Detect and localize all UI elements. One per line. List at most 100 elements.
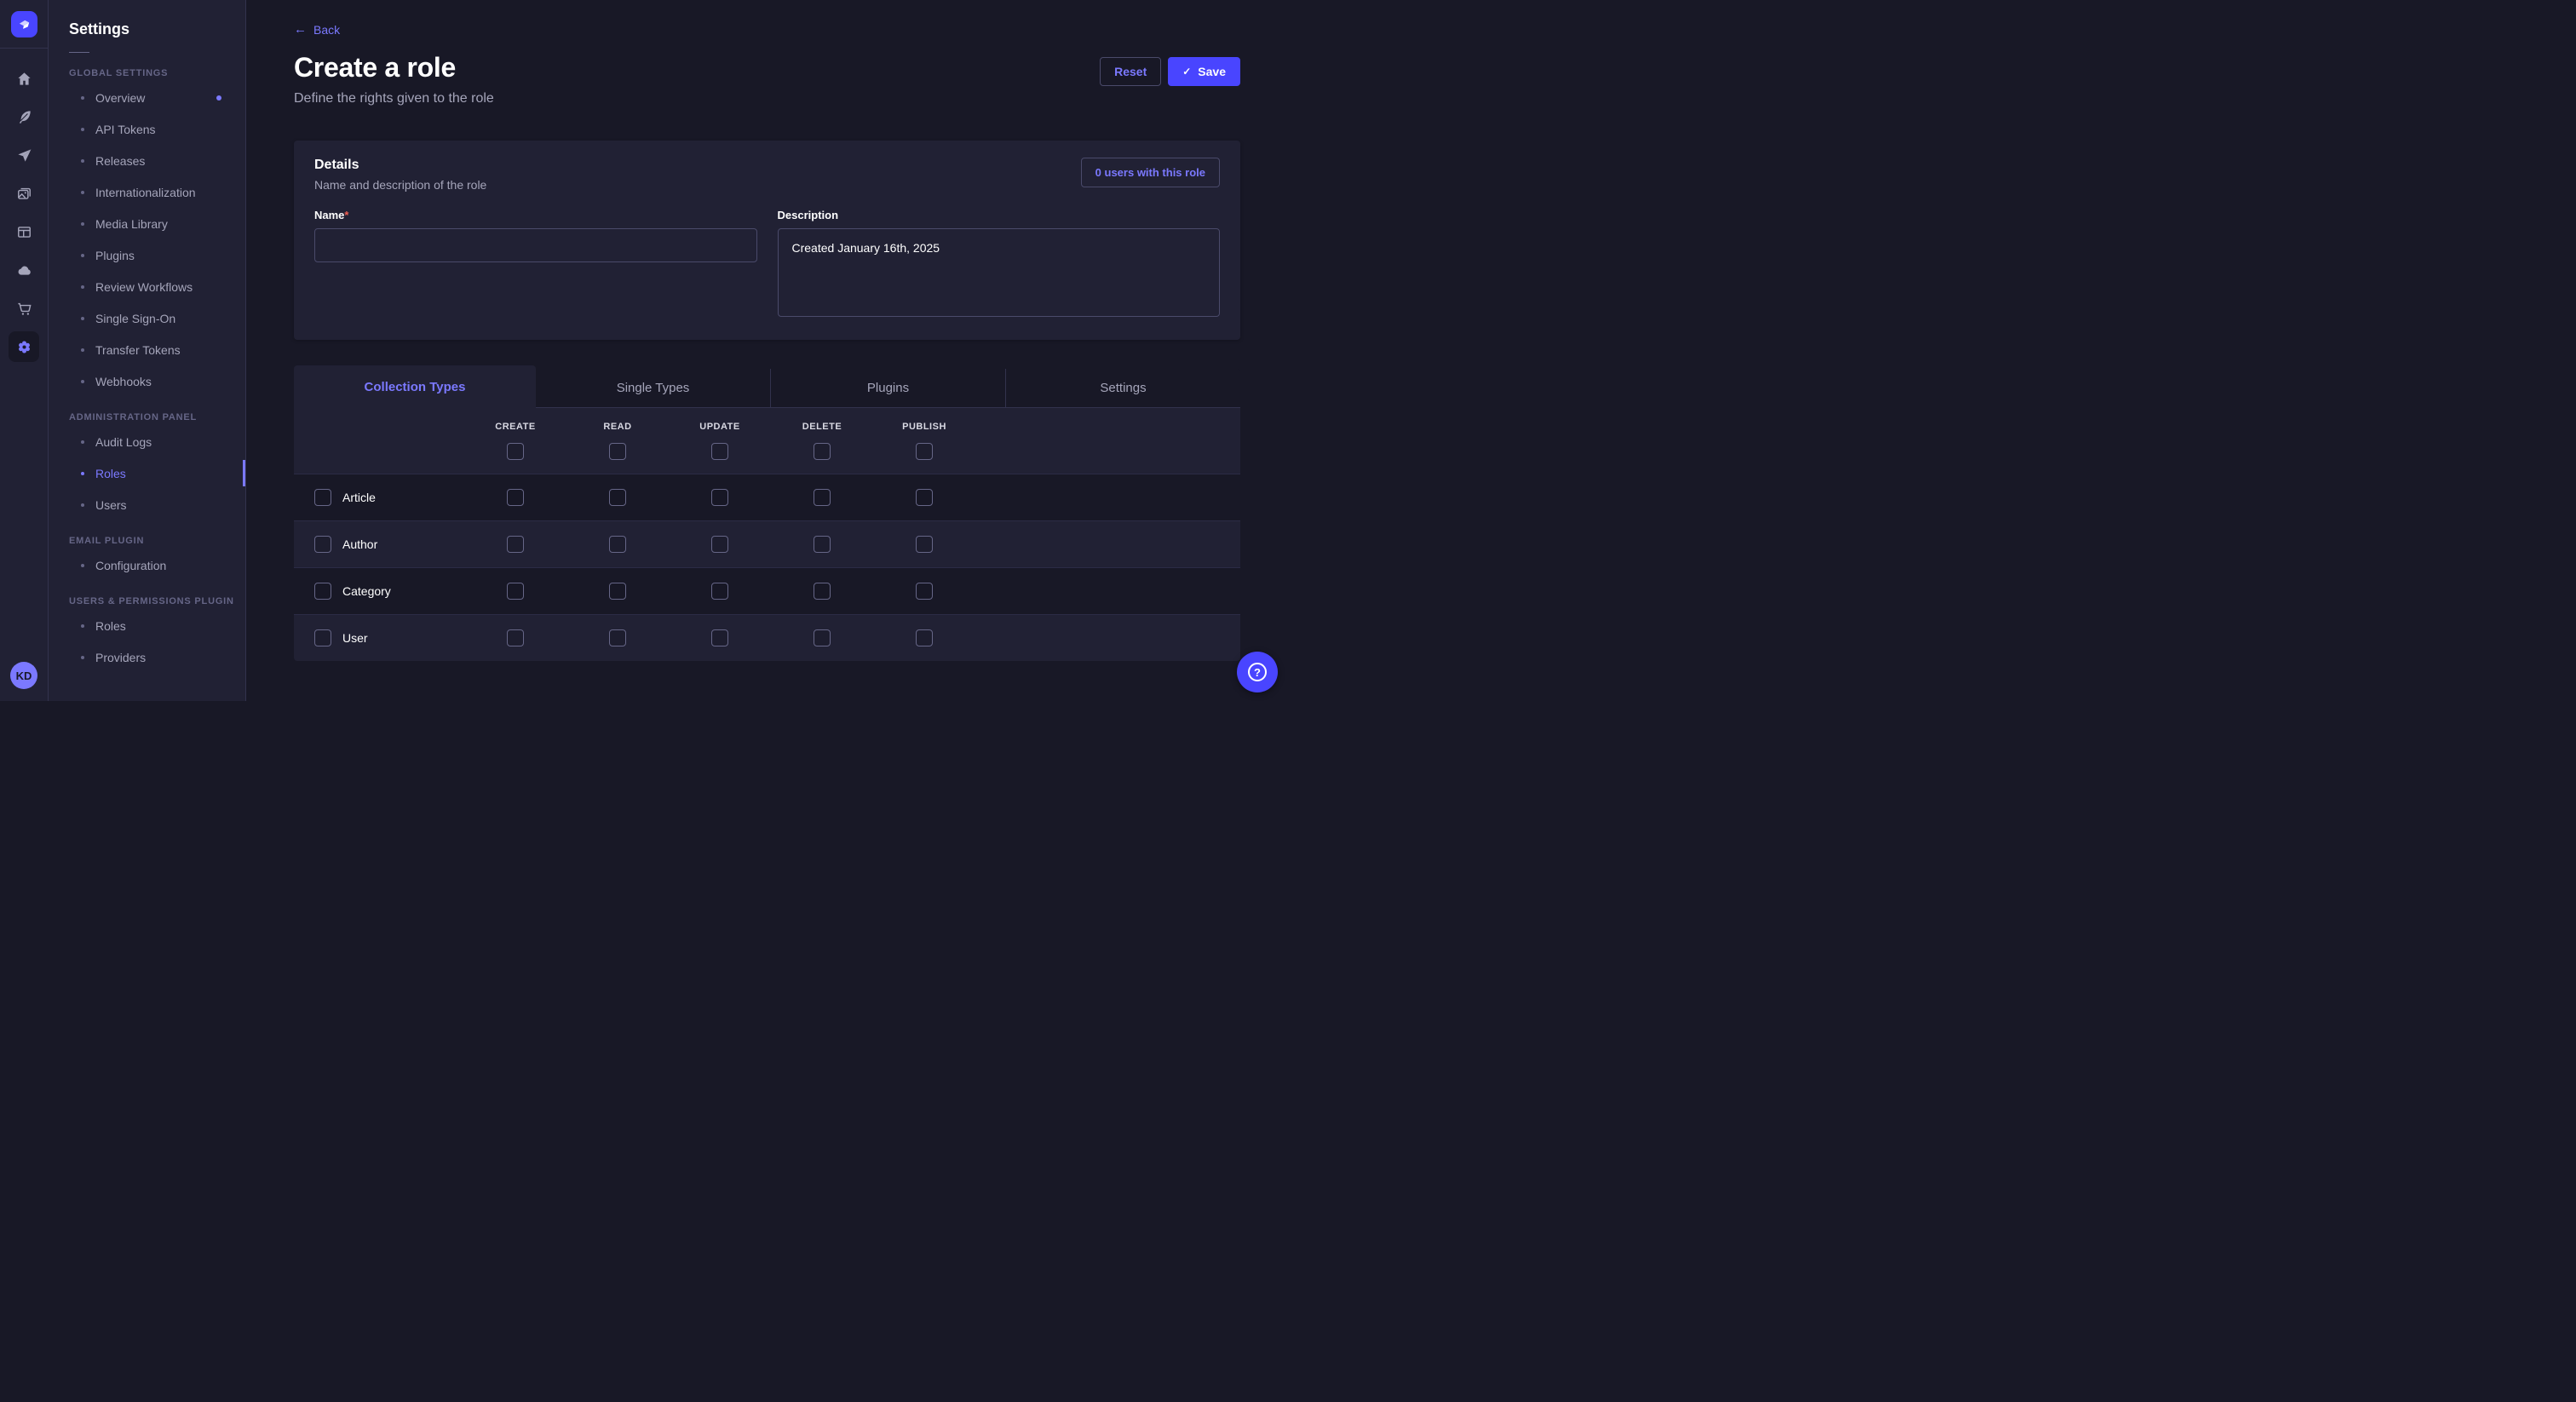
back-link[interactable]: ← Back bbox=[294, 22, 340, 37]
sidebar-item-webhooks[interactable]: Webhooks bbox=[69, 365, 225, 397]
checkbox-article-publish[interactable] bbox=[916, 489, 933, 506]
checkbox-row-author[interactable] bbox=[314, 536, 331, 553]
description-label: Description bbox=[778, 209, 1221, 221]
checkbox-author-publish[interactable] bbox=[916, 536, 933, 553]
checkbox-user-read[interactable] bbox=[609, 629, 626, 646]
sidebar-item-internationalization[interactable]: Internationalization bbox=[69, 176, 225, 208]
table-row-author: Author bbox=[294, 520, 1240, 567]
sidebar-rule bbox=[69, 52, 89, 53]
question-mark-icon: ? bbox=[1248, 663, 1267, 681]
row-name: Author bbox=[342, 537, 377, 551]
checkbox-row-article[interactable] bbox=[314, 489, 331, 506]
strapi-logo[interactable] bbox=[11, 11, 37, 37]
sidebar-item-configuration[interactable]: Configuration bbox=[69, 549, 225, 581]
checkbox-user-publish[interactable] bbox=[916, 629, 933, 646]
paper-plane-icon[interactable] bbox=[9, 140, 39, 170]
checkbox-publish-all[interactable] bbox=[916, 443, 933, 460]
help-button[interactable]: ? bbox=[1237, 652, 1278, 692]
bullet-icon bbox=[81, 348, 84, 352]
checkbox-author-read[interactable] bbox=[609, 536, 626, 553]
checkbox-user-update[interactable] bbox=[711, 629, 728, 646]
check-icon: ✓ bbox=[1182, 66, 1191, 78]
column-header-delete: DELETE bbox=[771, 422, 873, 432]
checkbox-create-all[interactable] bbox=[507, 443, 524, 460]
required-asterisk: * bbox=[344, 209, 348, 221]
checkbox-article-read[interactable] bbox=[609, 489, 626, 506]
bullet-icon bbox=[81, 503, 84, 507]
back-label[interactable]: Back bbox=[313, 23, 340, 37]
sidebar-item-providers[interactable]: Providers bbox=[69, 641, 225, 673]
checkbox-article-delete[interactable] bbox=[814, 489, 831, 506]
table-row-article: Article bbox=[294, 474, 1240, 520]
checkbox-author-create[interactable] bbox=[507, 536, 524, 553]
details-title: Details bbox=[314, 158, 486, 173]
section-email-plugin: EMAIL PLUGIN bbox=[69, 536, 245, 546]
checkbox-category-delete[interactable] bbox=[814, 583, 831, 600]
pictures-icon[interactable] bbox=[9, 178, 39, 209]
name-field[interactable] bbox=[314, 228, 757, 262]
checkbox-delete-all[interactable] bbox=[814, 443, 831, 460]
permissions-header-row: CREATE READ UPDATE DELETE bbox=[294, 408, 1240, 474]
gear-icon[interactable] bbox=[9, 331, 39, 362]
tab-collection-types[interactable]: Collection Types bbox=[294, 365, 536, 408]
bullet-icon bbox=[81, 380, 84, 383]
column-header-read: READ bbox=[566, 422, 669, 432]
sidebar-item-plugins[interactable]: Plugins bbox=[69, 239, 225, 271]
sidebar-item-audit-logs[interactable]: Audit Logs bbox=[69, 426, 225, 457]
checkbox-row-category[interactable] bbox=[314, 583, 331, 600]
tab-plugins[interactable]: Plugins bbox=[770, 369, 1005, 407]
column-header-create: CREATE bbox=[464, 422, 566, 432]
checkbox-user-delete[interactable] bbox=[814, 629, 831, 646]
cart-icon[interactable] bbox=[9, 293, 39, 324]
strapi-admin-window: KD Settings GLOBAL SETTINGS Overview API… bbox=[0, 0, 1288, 701]
sidebar-item-label: Transfer Tokens bbox=[95, 343, 181, 357]
bullet-icon bbox=[81, 285, 84, 289]
sidebar-item-roles-up[interactable]: Roles bbox=[69, 610, 225, 641]
sidebar-item-single-sign-on[interactable]: Single Sign-On bbox=[69, 302, 225, 334]
checkbox-read-all[interactable] bbox=[609, 443, 626, 460]
checkbox-row-user[interactable] bbox=[314, 629, 331, 646]
save-button[interactable]: ✓ Save bbox=[1168, 57, 1240, 86]
sidebar-item-media-library[interactable]: Media Library bbox=[69, 208, 225, 239]
sidebar-item-label: Providers bbox=[95, 651, 146, 664]
sidebar-item-roles-admin[interactable]: Roles bbox=[69, 457, 225, 489]
bullet-icon bbox=[81, 564, 84, 567]
description-field[interactable]: Created January 16th, 2025 bbox=[778, 228, 1221, 317]
sidebar-item-users[interactable]: Users bbox=[69, 489, 225, 520]
sidebar-item-releases[interactable]: Releases bbox=[69, 145, 225, 176]
sidebar-item-overview[interactable]: Overview bbox=[69, 82, 225, 113]
sidebar-item-review-workflows[interactable]: Review Workflows bbox=[69, 271, 225, 302]
permissions-card: Collection Types Single Types Plugins Se… bbox=[294, 365, 1240, 661]
checkbox-category-publish[interactable] bbox=[916, 583, 933, 600]
tab-single-types[interactable]: Single Types bbox=[536, 369, 770, 407]
checkbox-author-update[interactable] bbox=[711, 536, 728, 553]
sidebar-item-api-tokens[interactable]: API Tokens bbox=[69, 113, 225, 145]
sidebar-item-transfer-tokens[interactable]: Transfer Tokens bbox=[69, 334, 225, 365]
table-row-category: Category bbox=[294, 567, 1240, 614]
user-avatar[interactable]: KD bbox=[10, 662, 37, 689]
bullet-icon bbox=[81, 472, 84, 475]
sidebar-item-label: Releases bbox=[95, 154, 145, 168]
layout-icon[interactable] bbox=[9, 216, 39, 247]
checkbox-article-create[interactable] bbox=[507, 489, 524, 506]
checkbox-update-all[interactable] bbox=[711, 443, 728, 460]
checkbox-user-create[interactable] bbox=[507, 629, 524, 646]
back-arrow-icon: ← bbox=[294, 22, 307, 37]
checkbox-category-create[interactable] bbox=[507, 583, 524, 600]
permissions-tabs: Collection Types Single Types Plugins Se… bbox=[294, 365, 1240, 408]
sidebar-item-label: Media Library bbox=[95, 217, 168, 231]
sidebar-item-label: Review Workflows bbox=[95, 280, 193, 294]
users-with-role-button[interactable]: 0 users with this role bbox=[1081, 158, 1220, 187]
main-content: ← Back Create a role Define the rights g… bbox=[246, 0, 1288, 701]
checkbox-category-read[interactable] bbox=[609, 583, 626, 600]
feather-icon[interactable] bbox=[9, 101, 39, 132]
checkbox-article-update[interactable] bbox=[711, 489, 728, 506]
cloud-icon[interactable] bbox=[9, 255, 39, 285]
checkbox-author-delete[interactable] bbox=[814, 536, 831, 553]
checkbox-category-update[interactable] bbox=[711, 583, 728, 600]
table-row-user: User bbox=[294, 614, 1240, 661]
bullet-icon bbox=[81, 191, 84, 194]
tab-settings[interactable]: Settings bbox=[1005, 369, 1240, 407]
home-icon[interactable] bbox=[9, 63, 39, 94]
reset-button[interactable]: Reset bbox=[1100, 57, 1161, 86]
